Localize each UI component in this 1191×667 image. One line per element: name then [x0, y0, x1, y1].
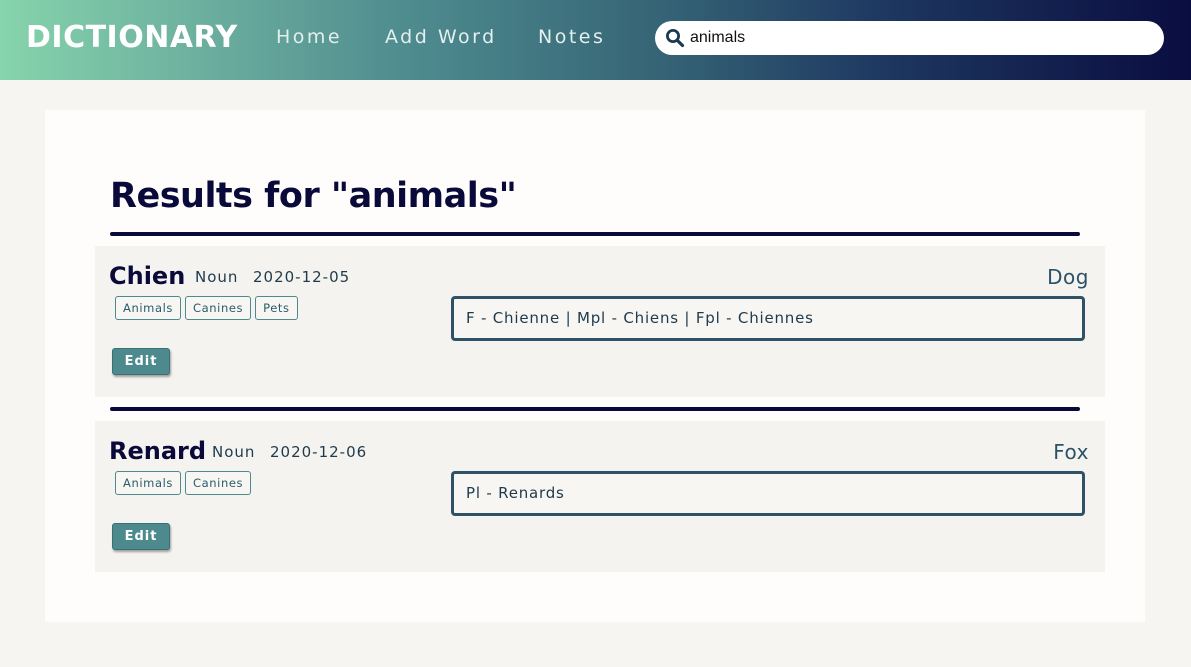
- entry-divider: [110, 407, 1080, 411]
- tag-canines[interactable]: Canines: [185, 296, 252, 320]
- entry-forms: F - Chienne | Mpl - Chiens | Fpl - Chien…: [451, 296, 1085, 341]
- search-bar[interactable]: [655, 21, 1164, 55]
- entry-date: 2020-12-05: [253, 268, 351, 286]
- nav-home[interactable]: Home: [276, 26, 342, 48]
- entry-translation: Dog: [1047, 265, 1089, 289]
- search-input[interactable]: [690, 25, 1150, 51]
- brand-logo[interactable]: DICTIONARY: [26, 20, 238, 55]
- word-entry: Chien Noun 2020-12-05 Dog Animals Canine…: [95, 246, 1105, 397]
- entry-word: Renard: [109, 437, 207, 465]
- entry-date: 2020-12-06: [270, 443, 368, 461]
- nav-notes[interactable]: Notes: [538, 26, 605, 48]
- title-divider: [110, 232, 1080, 236]
- entry-tags: Animals Canines: [115, 471, 252, 495]
- tag-animals[interactable]: Animals: [115, 471, 181, 495]
- tag-canines[interactable]: Canines: [185, 471, 252, 495]
- tag-animals[interactable]: Animals: [115, 296, 181, 320]
- entry-part-of-speech: Noun: [195, 268, 239, 286]
- nav-add-word[interactable]: Add Word: [385, 26, 497, 48]
- edit-button[interactable]: Edit: [112, 523, 170, 550]
- entry-translation: Fox: [1053, 440, 1089, 464]
- entry-part-of-speech: Noun: [212, 443, 256, 461]
- edit-button[interactable]: Edit: [112, 348, 170, 375]
- tag-pets[interactable]: Pets: [255, 296, 298, 320]
- entry-tags: Animals Canines Pets: [115, 296, 298, 320]
- entry-word: Chien: [109, 262, 186, 290]
- word-entry: Renard Noun 2020-12-06 Fox Animals Canin…: [95, 421, 1105, 572]
- entry-forms: Pl - Renards: [451, 471, 1085, 516]
- search-icon[interactable]: [665, 28, 685, 48]
- page-title: Results for "animals": [110, 176, 517, 216]
- top-navbar: DICTIONARY Home Add Word Notes: [0, 0, 1191, 80]
